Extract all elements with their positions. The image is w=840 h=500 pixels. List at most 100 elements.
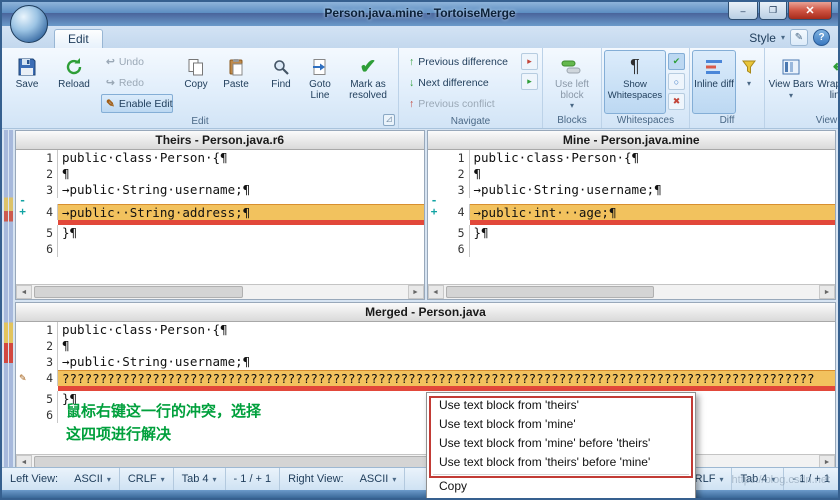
chevron-down-icon: ▾ [747, 79, 751, 88]
previous-conflict-button[interactable]: ↑ Previous conflict [404, 94, 516, 113]
titlebar[interactable]: Person.java.mine - TortoiseMerge [2, 2, 838, 26]
inline-diff-button[interactable]: Inline diff [692, 50, 736, 114]
wrap-long-lines-button[interactable]: ↩ Wrap long lines [815, 50, 840, 114]
view-bars-button[interactable]: View Bars ▾ [767, 50, 815, 114]
group-label-diff: Diff [690, 114, 764, 128]
undo-button[interactable]: ↩ Undo [101, 52, 173, 71]
edit-group-launcher-icon[interactable]: ◿ [383, 114, 395, 126]
goto-line-button[interactable]: Goto Line [300, 50, 340, 115]
search-icon [272, 54, 290, 79]
group-label-blocks: Blocks [543, 114, 601, 128]
code-line[interactable]: 6 [428, 241, 836, 257]
save-button[interactable]: Save [4, 50, 50, 115]
locator-bar-left[interactable] [4, 130, 8, 468]
code-line[interactable]: 2¶ [428, 166, 836, 182]
save-icon [17, 54, 37, 79]
scroll-left-icon[interactable]: ◄ [428, 285, 444, 299]
tab-edit[interactable]: Edit [54, 29, 103, 48]
annotation-text: 鼠标右键这一行的冲突，选择 这四项进行解决 [66, 400, 261, 446]
reload-button[interactable]: Reload [50, 50, 98, 115]
menu-item-cut[interactable]: Cut [427, 496, 695, 500]
conflict-line[interactable]: +4→public··String·address;¶ [16, 204, 424, 220]
scroll-right-icon[interactable]: ► [408, 285, 424, 299]
menu-item-theirs-before-mine[interactable]: Use text block from 'theirs' before 'min… [427, 453, 695, 472]
mark-resolved-button[interactable]: ✔ Mark as resolved [340, 50, 396, 115]
pilcrow-icon: ¶ [630, 54, 640, 79]
code-line[interactable]: 2¶ [16, 338, 835, 354]
use-left-block-button[interactable]: Use left block ▾ [545, 50, 599, 114]
code-line[interactable]: 1public·class·Person·{¶ [428, 150, 836, 166]
scroll-left-icon[interactable]: ◄ [16, 285, 32, 299]
horizontal-scrollbar[interactable]: ◄ ► [16, 284, 424, 299]
code-line[interactable]: 6 [16, 241, 424, 257]
conflict-line[interactable]: +4→public·int···age;¶ [428, 204, 836, 220]
theirs-code-area[interactable]: 1public·class·Person·{¶ 2¶ 3→public·Stri… [16, 150, 424, 284]
paste-button[interactable]: Paste [216, 50, 256, 115]
style-selector[interactable]: Style [749, 31, 776, 45]
whitespace-check-icon[interactable]: ✔ [668, 53, 685, 70]
filter-button[interactable]: ▾ [736, 50, 762, 114]
enable-edit-button[interactable]: ✎ Enable Edit [101, 94, 173, 113]
arrow-up-conflict-icon: ↑ [409, 98, 414, 110]
prev-inline-mini-icon[interactable]: ▸ [521, 73, 538, 90]
help-button[interactable]: ? [813, 29, 830, 46]
menu-item-mine-before-theirs[interactable]: Use text block from 'mine' before 'their… [427, 434, 695, 453]
use-left-block-icon [561, 54, 583, 79]
right-encoding-select[interactable]: ASCII▾ [352, 468, 406, 490]
code-line[interactable]: 5}¶ [16, 225, 424, 241]
undo-icon: ↩ [106, 56, 115, 68]
inline-diff-icon [705, 54, 723, 79]
check-icon: ✔ [360, 54, 377, 79]
chevron-down-icon: ▾ [213, 475, 217, 484]
left-view-label: Left View: [2, 468, 66, 490]
code-line[interactable]: 1public·class·Person·{¶ [16, 150, 424, 166]
menu-item-use-mine[interactable]: Use text block from 'mine' [427, 415, 695, 434]
show-whitespaces-button[interactable]: ¶ Show Whitespaces [604, 50, 666, 114]
status-bar: Left View: ASCII▾ CRLF▾ Tab 4▾ - 1 / + 1… [2, 467, 838, 490]
pencil-style-icon[interactable]: ✎ [790, 29, 808, 46]
paste-icon [227, 54, 245, 79]
code-line[interactable]: 3→public·String·username;¶ [16, 354, 835, 370]
redo-button[interactable]: ↪ Redo [101, 73, 173, 92]
previous-difference-button[interactable]: ↑ Previous difference [404, 52, 516, 71]
whitespace-x-icon[interactable]: ✖ [668, 93, 685, 110]
locator-bar-right[interactable] [9, 130, 13, 468]
next-conflict-mini-icon[interactable]: ▸ [521, 53, 538, 70]
whitespace-circle-icon[interactable]: ○ [668, 73, 685, 90]
menu-item-use-theirs[interactable]: Use text block from 'theirs' [427, 396, 695, 415]
find-button[interactable]: Find [262, 50, 300, 115]
left-eol-select[interactable]: CRLF▾ [120, 468, 174, 490]
group-label-navigate: Navigate [399, 115, 542, 128]
chevron-down-icon: ▾ [781, 33, 785, 42]
group-label-whitespaces: Whitespaces [602, 114, 689, 128]
maximize-button[interactable]: ❐ [759, 2, 787, 20]
minimize-button[interactable]: – [728, 2, 758, 20]
horizontal-scrollbar[interactable]: ◄ ► [428, 284, 836, 299]
code-line[interactable]: 1public·class·Person·{¶ [16, 322, 835, 338]
code-line[interactable]: 5}¶ [428, 225, 836, 241]
copy-button[interactable]: Copy [176, 50, 216, 115]
scrollbar-thumb[interactable] [446, 286, 655, 298]
next-difference-button[interactable]: ↓ Next difference [404, 73, 516, 92]
scrollbar-thumb[interactable] [34, 286, 243, 298]
code-line[interactable]: 3→public·String·username;¶ [16, 182, 424, 198]
code-line[interactable]: 3→public·String·username;¶ [428, 182, 836, 198]
wrap-lines-icon: ↩ [833, 54, 840, 79]
conflict-line[interactable]: ✎4??????????????????????????????????????… [16, 370, 835, 386]
close-button[interactable]: ✕ [788, 2, 832, 20]
arrow-down-icon: ↓ [409, 77, 414, 89]
group-navigate: ↑ Previous difference ↓ Next difference … [399, 48, 543, 128]
edit-pencil-marker-icon: ✎ [16, 370, 29, 386]
code-line[interactable]: 2¶ [16, 166, 424, 182]
mine-code-area[interactable]: 1public·class·Person·{¶ 2¶ 3→public·Stri… [428, 150, 836, 284]
group-diff: Inline diff ▾ Diff [690, 48, 765, 128]
app-logo-icon[interactable] [10, 5, 48, 43]
menu-item-copy[interactable]: Copy [427, 477, 695, 496]
tortoisemerge-window: Person.java.mine - TortoiseMerge – ❐ ✕ E… [0, 0, 840, 500]
group-edit: Save Reload ↩ Undo ↪ Redo [2, 48, 399, 128]
theirs-pane: Theirs - Person.java.r6 1public·class·Pe… [15, 130, 425, 300]
locator-bars[interactable] [4, 130, 13, 468]
left-tab-select[interactable]: Tab 4▾ [174, 468, 226, 490]
left-encoding-select[interactable]: ASCII▾ [66, 468, 120, 490]
scroll-right-icon[interactable]: ► [819, 285, 835, 299]
